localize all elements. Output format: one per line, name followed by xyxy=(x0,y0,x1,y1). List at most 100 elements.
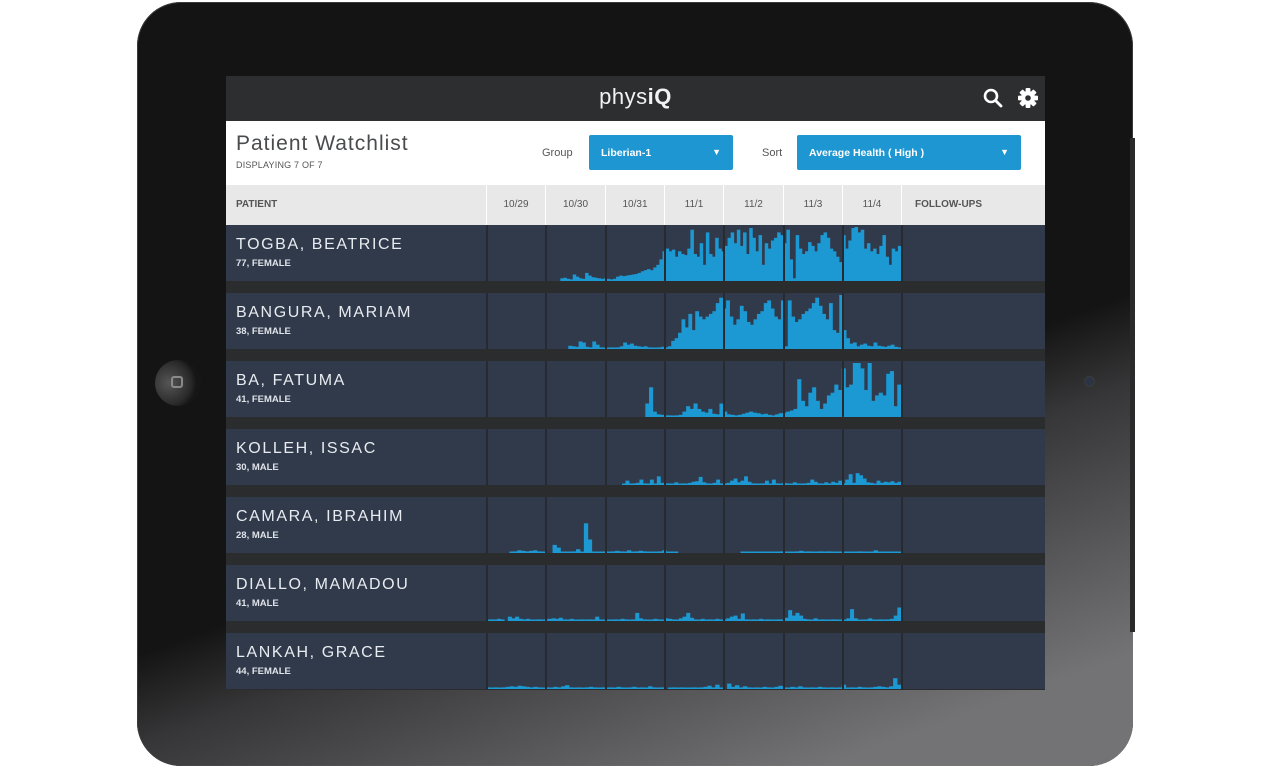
page-title: Patient Watchlist xyxy=(236,132,409,155)
day-cell[interactable] xyxy=(783,429,842,485)
day-cell[interactable] xyxy=(664,361,723,417)
day-cell[interactable] xyxy=(842,429,901,485)
day-cell[interactable] xyxy=(664,633,723,689)
day-cell[interactable] xyxy=(486,429,545,485)
column-header-day[interactable]: 11/4 xyxy=(842,185,901,225)
followups-cell[interactable] xyxy=(901,225,1045,281)
day-cell[interactable] xyxy=(723,225,783,281)
patient-row[interactable]: LANKAH, GRACE 44, FEMALE xyxy=(226,633,1045,689)
patient-age-sex: 41, FEMALE xyxy=(236,394,291,405)
day-cell[interactable] xyxy=(605,633,664,689)
day-cell[interactable] xyxy=(545,293,605,349)
day-cell[interactable] xyxy=(664,429,723,485)
day-cell[interactable] xyxy=(486,225,545,281)
patient-row[interactable]: DIALLO, MAMADOU 41, MALE xyxy=(226,565,1045,621)
followups-cell[interactable] xyxy=(901,565,1045,621)
patient-age-sex: 44, FEMALE xyxy=(236,666,291,677)
day-cell[interactable] xyxy=(486,293,545,349)
camera-icon xyxy=(1085,377,1094,386)
patient-name: CAMARA, IBRAHIM xyxy=(236,508,405,525)
patient-row[interactable]: CAMARA, IBRAHIM 28, MALE xyxy=(226,497,1045,553)
day-cell[interactable] xyxy=(842,361,901,417)
followups-cell[interactable] xyxy=(901,293,1045,349)
day-cell[interactable] xyxy=(545,633,605,689)
day-cell[interactable] xyxy=(783,293,842,349)
day-cell[interactable] xyxy=(723,361,783,417)
home-button[interactable] xyxy=(155,360,201,406)
patient-age-sex: 28, MALE xyxy=(236,530,279,541)
tablet-side-edge xyxy=(1130,138,1135,632)
patient-name: LANKAH, GRACE xyxy=(236,644,387,661)
day-cell[interactable] xyxy=(605,361,664,417)
sort-label: Sort xyxy=(762,147,783,159)
patient-row[interactable]: KOLLEH, ISSAC 30, MALE xyxy=(226,429,1045,485)
day-cell[interactable] xyxy=(783,225,842,281)
day-cell[interactable] xyxy=(783,633,842,689)
day-cell[interactable] xyxy=(605,429,664,485)
column-header-day[interactable]: 11/1 xyxy=(664,185,723,225)
day-cell[interactable] xyxy=(723,293,783,349)
group-dropdown[interactable]: Liberian-1 ▼ xyxy=(589,135,733,170)
day-cell[interactable] xyxy=(486,565,545,621)
day-cell[interactable] xyxy=(605,497,664,553)
day-cell[interactable] xyxy=(664,497,723,553)
day-cell[interactable] xyxy=(783,497,842,553)
patient-name: KOLLEH, ISSAC xyxy=(236,440,377,457)
day-cell[interactable] xyxy=(605,225,664,281)
column-header-day[interactable]: 10/30 xyxy=(545,185,605,225)
day-cell[interactable] xyxy=(783,565,842,621)
patient-name: TOGBA, BEATRICE xyxy=(236,236,404,253)
patient-age-sex: 38, FEMALE xyxy=(236,326,291,337)
patient-age-sex: 77, FEMALE xyxy=(236,258,291,269)
day-cell[interactable] xyxy=(605,293,664,349)
day-cell[interactable] xyxy=(842,565,901,621)
sort-value: Average Health ( High ) xyxy=(809,147,925,159)
patient-age-sex: 30, MALE xyxy=(236,462,279,473)
day-cell[interactable] xyxy=(842,225,901,281)
column-header-followups[interactable]: FOLLOW-UPS xyxy=(901,185,1045,225)
patient-name: DIALLO, MAMADOU xyxy=(236,576,410,593)
chevron-down-icon: ▼ xyxy=(712,147,721,157)
day-cell[interactable] xyxy=(842,633,901,689)
column-header-day[interactable]: 11/2 xyxy=(723,185,783,225)
top-bar: physiQ xyxy=(226,76,1045,121)
day-cell[interactable] xyxy=(605,565,664,621)
column-header-patient[interactable]: PATIENT xyxy=(226,185,486,225)
column-header-day[interactable]: 10/29 xyxy=(486,185,545,225)
day-cell[interactable] xyxy=(545,497,605,553)
day-cell[interactable] xyxy=(664,225,723,281)
settings-button[interactable] xyxy=(1017,87,1039,109)
day-cell[interactable] xyxy=(545,361,605,417)
day-cell[interactable] xyxy=(842,293,901,349)
day-cell[interactable] xyxy=(486,633,545,689)
column-header-day[interactable]: 11/3 xyxy=(783,185,842,225)
day-cell[interactable] xyxy=(723,633,783,689)
column-header-row: PATIENT 10/29 10/30 10/31 11/1 11/2 11/3 11/4 F… xyxy=(226,185,1045,225)
day-cell[interactable] xyxy=(664,293,723,349)
day-cell[interactable] xyxy=(783,361,842,417)
followups-cell[interactable] xyxy=(901,633,1045,689)
followups-cell[interactable] xyxy=(901,497,1045,553)
day-cell[interactable] xyxy=(486,361,545,417)
followups-cell[interactable] xyxy=(901,429,1045,485)
followups-cell[interactable] xyxy=(901,361,1045,417)
title-bar: Patient Watchlist DISPLAYING 7 OF 7 Grou… xyxy=(226,121,1045,185)
day-cell[interactable] xyxy=(486,497,545,553)
day-cell[interactable] xyxy=(664,565,723,621)
patient-row[interactable]: BANGURA, MARIAM 38, FEMALE xyxy=(226,293,1045,349)
day-cell[interactable] xyxy=(545,429,605,485)
patient-row[interactable]: BA, FATUMA 41, FEMALE xyxy=(226,361,1045,417)
day-cell[interactable] xyxy=(723,565,783,621)
day-cell[interactable] xyxy=(545,565,605,621)
sort-dropdown[interactable]: Average Health ( High ) ▼ xyxy=(797,135,1021,170)
patient-row[interactable]: TOGBA, BEATRICE 77, FEMALE xyxy=(226,225,1045,281)
search-icon xyxy=(983,88,1003,108)
search-button[interactable] xyxy=(982,87,1004,109)
day-cell[interactable] xyxy=(842,497,901,553)
display-count: DISPLAYING 7 OF 7 xyxy=(236,160,323,170)
day-cell[interactable] xyxy=(545,225,605,281)
column-header-day[interactable]: 10/31 xyxy=(605,185,664,225)
day-cell[interactable] xyxy=(723,497,783,553)
day-cell[interactable] xyxy=(723,429,783,485)
home-square-icon xyxy=(171,376,183,388)
